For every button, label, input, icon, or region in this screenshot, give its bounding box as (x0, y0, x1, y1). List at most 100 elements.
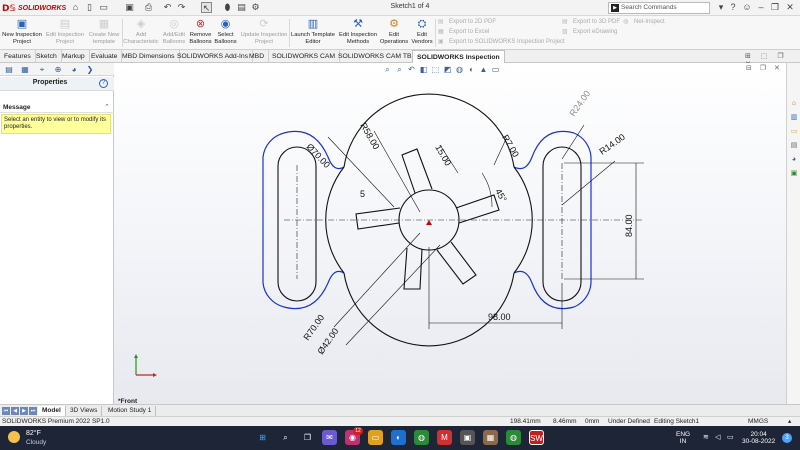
scene-icon[interactable]: ▲ (478, 64, 489, 75)
dim-r7[interactable]: R7.00 (500, 133, 521, 159)
first-tab-icon[interactable]: ⏮ (2, 407, 10, 415)
dim-r14[interactable]: R14.00 (597, 132, 627, 157)
restore-icon[interactable]: ❐ (770, 2, 780, 13)
teams-chat-icon[interactable]: ✉ (322, 430, 337, 445)
tab-markup[interactable]: Markup (58, 50, 90, 63)
launch-template-editor-button[interactable]: ▥ Launch Template Editor (290, 17, 336, 49)
volume-icon[interactable]: ◁ (715, 434, 720, 441)
edge-browser-icon[interactable]: ◐ (391, 430, 406, 445)
star-arm-right[interactable] (455, 194, 500, 224)
chrome-profile-icon[interactable]: ◍ (506, 430, 521, 445)
dimxpert-icon[interactable]: ⊕ (52, 64, 64, 75)
traffic-light-icon[interactable]: ⬮ (222, 2, 233, 13)
view-settings-icon[interactable]: ▭ (490, 64, 501, 75)
dim-r70[interactable]: R70.00 (301, 313, 326, 343)
close-icon[interactable]: ✕ (785, 2, 795, 13)
tab-mbd-dimensions[interactable]: MBD Dimensions (118, 50, 180, 63)
tab-features[interactable]: Features (0, 50, 36, 63)
configuration-icon[interactable]: ⌖ (36, 64, 48, 75)
search-dropdown-icon[interactable]: ▾ (716, 2, 726, 13)
wifi-icon[interactable]: ≋ (703, 434, 709, 441)
user-icon[interactable]: ☺ (742, 2, 752, 13)
new-inspection-project-button[interactable]: ▣ New Inspection Project (1, 17, 43, 49)
dim-h98[interactable]: 98.00 (488, 312, 511, 322)
status-units[interactable]: MMGS (748, 417, 768, 426)
solidworks-taskbar-icon[interactable]: SW (529, 430, 544, 445)
taskbar-search-icon[interactable]: ⌕ (278, 430, 293, 445)
weather-condition[interactable]: Cloudy (26, 439, 46, 446)
custom-properties-icon[interactable]: ▣ (789, 169, 799, 179)
status-units-dropdown-icon[interactable]: ▴ (788, 417, 791, 426)
create-new-template-button[interactable]: ▦ Create New template (87, 17, 121, 49)
file-explorer-taskbar-icon[interactable]: ▭ (368, 430, 383, 445)
solidworks-logo[interactable]: Ⅾ𝕊 SOLIDWORKS (2, 2, 66, 14)
edit-inspection-methods-button[interactable]: ⚒ Edit Inspection Methods (337, 17, 379, 49)
net-inspect-button[interactable]: ◍ Net-Inspect (623, 18, 665, 27)
message-section-header[interactable]: Message ⌃ (0, 103, 114, 113)
tab-mbd[interactable]: MBD (245, 50, 270, 63)
previous-view-icon[interactable]: ↶ (406, 64, 417, 75)
open-folder-icon[interactable]: ▭ (98, 2, 109, 13)
tab-3d-views[interactable]: 3D Views (66, 406, 103, 416)
help-icon[interactable]: ? (99, 79, 108, 88)
dim-d15[interactable]: 15.00 (433, 143, 453, 168)
remove-balloons-button[interactable]: ⊗ Remove Balloons (188, 17, 213, 49)
app-icon[interactable]: ▣ (460, 430, 475, 445)
add-characteristic-button[interactable]: ◈ Add Characteristic (123, 17, 159, 49)
next-tab-icon[interactable]: ▶ (20, 407, 28, 415)
display-manager-icon[interactable]: ◕ (68, 64, 80, 75)
new-document-icon[interactable]: ▯ (84, 2, 95, 13)
feature-tree-icon[interactable]: ▤ (3, 64, 15, 75)
tab-solidworks-cam-tbm[interactable]: SOLIDWORKS CAM TBM (334, 50, 423, 63)
photos-icon[interactable]: ▦ (483, 430, 498, 445)
dim-r58[interactable]: R58.00 (358, 121, 381, 151)
mcafee-icon[interactable]: M (437, 430, 452, 445)
save-icon[interactable]: ▣ (124, 2, 135, 13)
dim-d42[interactable]: Ø42.00 (315, 326, 340, 356)
more-tabs-icon[interactable]: ❯ (84, 64, 96, 75)
pattern-count-label[interactable]: 5 (360, 189, 365, 199)
chevron-up-icon[interactable]: ⌃ (104, 103, 110, 111)
star-arm-left[interactable] (355, 207, 401, 230)
display-style-icon[interactable]: ◩ (442, 64, 453, 75)
options-gear-icon[interactable]: ⚙ (250, 2, 261, 13)
file-properties-icon[interactable]: ▤ (236, 2, 247, 13)
viewport-window-controls-icon[interactable]: ⊟ ❐ ✕ (746, 64, 783, 72)
search-commands-input[interactable]: ▶ Search Commands (608, 2, 710, 14)
dim-r24[interactable]: R24.00 (567, 89, 592, 119)
minimize-icon[interactable]: – (756, 2, 766, 13)
add-edit-balloons-button[interactable]: ◎ Add/Edit Balloons (160, 17, 188, 49)
edit-vendors-button[interactable]: ⛭ Edit Vendors (409, 17, 435, 49)
battery-icon[interactable]: ▭ (727, 434, 734, 441)
star-arm-top[interactable] (401, 148, 433, 194)
design-library-icon[interactable]: ▥ (789, 113, 799, 123)
edit-operations-button[interactable]: ⚙ Edit Operations (379, 17, 409, 49)
export-inspection-project-button[interactable]: ▣ Export to SOLIDWORKS Inspection Project (438, 38, 565, 47)
export-edrawing-button[interactable]: ▧ Export eDrawing (562, 28, 617, 37)
weather-sun-cloud-icon[interactable] (8, 431, 20, 443)
star-arm-bottom-left[interactable] (403, 247, 423, 290)
clock[interactable]: 20:04 30-08-2022 (742, 431, 775, 445)
file-explorer-icon[interactable]: ▭ (789, 127, 799, 137)
graphics-viewport[interactable]: ⌕ ⌕ ↶ ◧ ⬚ ◩ ◍ ◐ ▲ ▭ ⊟ ❐ ✕ Ø70.00 R58.00 … (114, 63, 786, 405)
weather-temperature[interactable]: 82°F (26, 430, 41, 437)
appearances-icon[interactable]: ◕ (789, 155, 799, 165)
edit-appearance-icon[interactable]: ◐ (466, 64, 477, 75)
section-view-icon[interactable]: ◧ (418, 64, 429, 75)
tray-language[interactable]: ENG IN (676, 431, 690, 445)
update-inspection-project-button[interactable]: ⟳ Update Inspection Project (240, 17, 288, 49)
view-palette-icon[interactable]: ▤ (789, 141, 799, 151)
right-bottom-fillet[interactable] (513, 270, 575, 310)
dim-v84[interactable]: 84.00 (624, 214, 634, 237)
dimension-labels[interactable]: Ø70.00 R58.00 15.00 R7.00 45° R24.00 R14… (301, 89, 634, 357)
export-excel-button[interactable]: ▦ Export to Excel (438, 28, 489, 37)
tab-solidworks-inspection[interactable]: SOLIDWORKS Inspection (412, 50, 505, 63)
left-outer-arc[interactable] (262, 132, 285, 308)
export-2d-pdf-button[interactable]: ▤ Export to 2D PDF (438, 18, 496, 27)
chrome-icon[interactable]: ◍ (414, 430, 429, 445)
sketch-drawing[interactable]: Ø70.00 R58.00 15.00 R7.00 45° R24.00 R14… (244, 87, 664, 377)
notification-count-badge[interactable]: 3 (782, 433, 792, 443)
tab-model[interactable]: Model (38, 406, 66, 416)
zoom-area-icon[interactable]: ⌕ (394, 64, 405, 75)
tab-solidworks-cam[interactable]: SOLIDWORKS CAM (268, 50, 341, 63)
